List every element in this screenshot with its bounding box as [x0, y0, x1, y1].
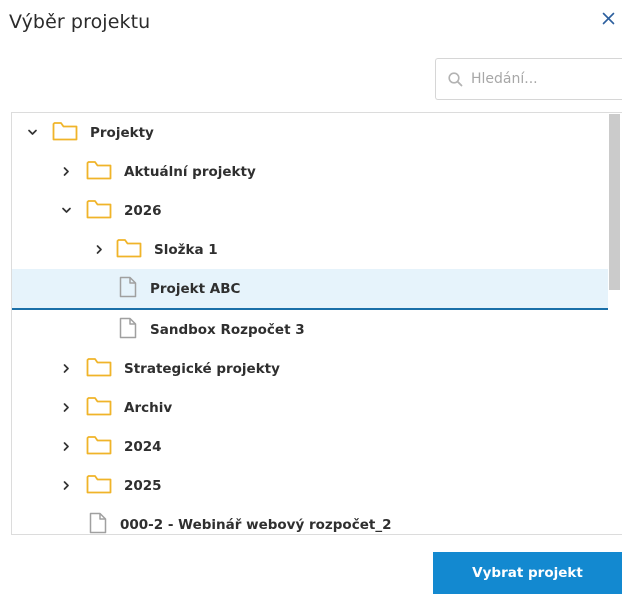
tree-item-aktualni-projekty[interactable]: Aktuální projekty — [12, 152, 608, 191]
tree-item-label: Strategické projekty — [124, 360, 280, 377]
tree-item-sandbox-rozpocet-3[interactable]: Sandbox Rozpočet 3 — [12, 310, 608, 349]
chevron-right-icon[interactable] — [59, 165, 73, 179]
chevron-right-icon[interactable] — [92, 243, 106, 257]
select-project-button[interactable]: Vybrat projekt — [433, 552, 622, 594]
tree-item-projekt-abc[interactable]: Projekt ABC — [12, 269, 608, 310]
folder-icon — [86, 435, 112, 459]
tree-item-label: 2026 — [124, 202, 162, 219]
folder-icon — [86, 357, 112, 381]
project-tree[interactable]: Projekty Aktuální projekty 2026 Složka 1… — [11, 112, 622, 535]
tree-item-label: Projekty — [90, 124, 154, 141]
tree-item-label: Aktuální projekty — [124, 163, 256, 180]
tree-item-webinar-rozpocet[interactable]: 000-2 - Webinář webový rozpočet_2 — [12, 505, 608, 535]
chevron-right-icon[interactable] — [59, 440, 73, 454]
search-input[interactable] — [471, 71, 611, 87]
folder-icon — [86, 396, 112, 420]
folder-icon — [116, 238, 142, 262]
tree-item-2024[interactable]: 2024 — [12, 427, 608, 466]
tree-item-label: Archiv — [124, 399, 173, 416]
tree-item-label: 000-2 - Webinář webový rozpočet_2 — [120, 516, 392, 533]
chevron-right-icon[interactable] — [59, 362, 73, 376]
document-icon — [89, 512, 107, 535]
tree-item-archiv[interactable]: Archiv — [12, 388, 608, 427]
folder-icon — [86, 474, 112, 498]
document-icon — [119, 276, 137, 302]
folder-icon — [86, 160, 112, 184]
chevron-right-icon[interactable] — [59, 479, 73, 493]
search-box[interactable] — [435, 58, 622, 100]
close-icon — [602, 12, 614, 24]
tree-item-projekty[interactable]: Projekty — [12, 113, 608, 152]
search-icon — [448, 71, 463, 86]
folder-icon — [86, 199, 112, 223]
tree-item-label: Složka 1 — [154, 241, 218, 258]
project-picker-dialog: Výběr projektu Projekty — [0, 0, 622, 594]
tree-item-2026[interactable]: 2026 — [12, 191, 608, 230]
scrollbar-thumb[interactable] — [609, 114, 620, 290]
chevron-down-icon[interactable] — [25, 126, 39, 140]
tree-item-strategicke-projekty[interactable]: Strategické projekty — [12, 349, 608, 388]
tree-item-2025[interactable]: 2025 — [12, 466, 608, 505]
close-button[interactable] — [597, 7, 619, 29]
tree-item-label: 2024 — [124, 438, 162, 455]
document-icon — [119, 317, 137, 343]
tree-item-label: 2025 — [124, 477, 162, 494]
chevron-right-icon[interactable] — [59, 401, 73, 415]
tree-item-slozka-1[interactable]: Složka 1 — [12, 230, 608, 269]
folder-icon — [52, 121, 78, 145]
tree-item-label: Sandbox Rozpočet 3 — [150, 321, 305, 338]
chevron-down-icon[interactable] — [59, 204, 73, 218]
tree-item-label: Projekt ABC — [150, 280, 241, 297]
dialog-title: Výběr projektu — [9, 11, 151, 33]
